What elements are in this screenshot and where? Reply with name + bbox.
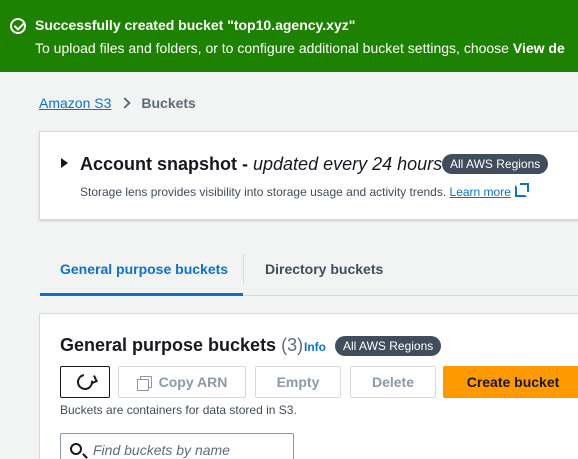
copy-arn-label: Copy ARN — [158, 374, 228, 390]
copy-icon — [136, 375, 152, 391]
panel-title: General purpose buckets (3) — [60, 335, 303, 356]
tab-directory-buckets[interactable]: Directory buckets — [265, 261, 383, 277]
success-banner: Successfully created bucket "top10.agenc… — [0, 0, 578, 72]
tab-general-purpose-buckets[interactable]: General purpose buckets — [60, 261, 228, 277]
success-check-icon — [10, 18, 26, 34]
empty-button[interactable]: Empty — [255, 366, 341, 398]
search-input[interactable] — [93, 440, 288, 459]
refresh-button[interactable] — [60, 366, 110, 398]
breadcrumb-amazon-s3[interactable]: Amazon S3 — [39, 95, 111, 111]
search-box — [60, 433, 294, 459]
info-link[interactable]: Info — [304, 340, 326, 354]
account-snapshot-heading[interactable]: Account snapshot - updated every 24 hour… — [80, 154, 442, 175]
chevron-right-icon — [119, 97, 132, 109]
snapshot-title-italic: updated every 24 hours — [253, 154, 443, 174]
snapshot-title: Account snapshot - — [80, 154, 254, 174]
view-details-link[interactable]: View de — [513, 40, 565, 56]
panel-description: Buckets are containers for data stored i… — [60, 403, 297, 417]
breadcrumb: Amazon S3 Buckets — [39, 95, 196, 111]
panel-region-badge: All AWS Regions — [335, 336, 442, 356]
search-icon — [70, 443, 82, 455]
panel-title-text: General purpose buckets — [60, 335, 277, 355]
delete-button[interactable]: Delete — [350, 366, 436, 398]
banner-message: To upload files and folders, or to confi… — [35, 40, 565, 56]
snapshot-region-badge: All AWS Regions — [442, 154, 549, 174]
account-snapshot-panel: Account snapshot - updated every 24 hour… — [39, 131, 578, 220]
snapshot-description-text: Storage lens provides visibility into st… — [80, 185, 450, 199]
copy-arn-button[interactable]: Copy ARN — [118, 366, 246, 398]
create-bucket-button[interactable]: Create bucket — [443, 366, 578, 398]
buckets-panel: General purpose buckets (3) Info All AWS… — [39, 313, 578, 459]
learn-more-link[interactable]: Learn more — [450, 185, 511, 199]
bucket-count: (3) — [281, 335, 304, 355]
tab-divider — [243, 254, 244, 284]
external-link-icon — [514, 183, 529, 197]
snapshot-description: Storage lens provides visibility into st… — [80, 183, 529, 199]
refresh-icon — [73, 370, 97, 394]
banner-title: Successfully created bucket "top10.agenc… — [35, 17, 356, 33]
expand-caret-icon[interactable] — [61, 158, 68, 168]
breadcrumb-buckets: Buckets — [141, 95, 196, 111]
bucket-tabs: General purpose buckets Directory bucket… — [40, 248, 578, 296]
active-tab-indicator — [40, 293, 243, 296]
banner-message-text: To upload files and folders, or to confi… — [35, 40, 513, 56]
